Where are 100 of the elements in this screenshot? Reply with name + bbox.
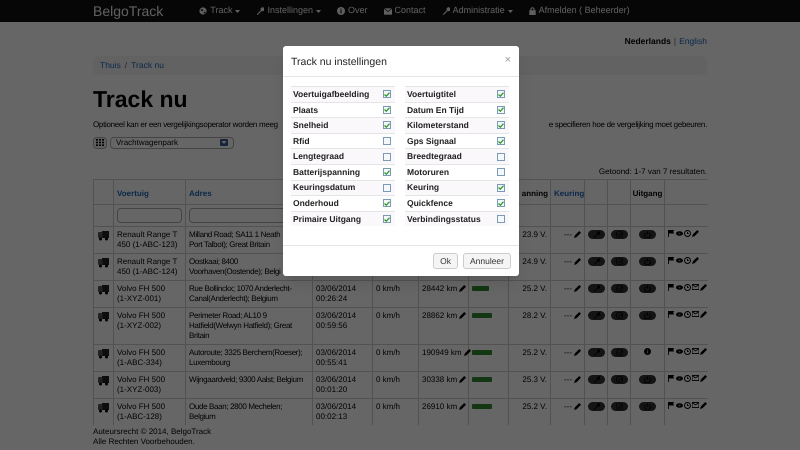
column-header-link[interactable]: Keuring [554,188,584,198]
wrench-button[interactable] [588,402,605,411]
power-icon [644,230,651,238]
vehicle-name: Volvo FH 500 (1-ABC-334) [117,348,166,367]
info-icon [337,7,346,15]
language-link[interactable]: Nederlands [624,35,671,54]
checkbox[interactable] [497,137,505,146]
truck-icon [98,284,109,295]
clock-icon [684,230,691,237]
checkbox[interactable] [383,215,391,224]
nav-link[interactable]: Instellingen [267,4,314,18]
wrench-icon [593,312,600,319]
eye-icon [676,374,683,382]
checkbox[interactable] [383,152,391,161]
inspection-text: --- [564,402,572,412]
power-button[interactable] [639,284,656,293]
checkbox[interactable] [383,137,391,146]
wrench-button[interactable] [588,348,605,357]
vehicle-name: Volvo FH 500 (1-XYZ-001) [117,284,166,303]
checkbox[interactable] [383,184,391,192]
checkbox[interactable] [383,168,391,176]
wrench-button[interactable] [588,374,605,384]
checkbox[interactable] [497,106,505,114]
setting-label: Plaats [293,104,318,116]
check-button[interactable] [611,348,628,357]
eye-icon [676,256,683,264]
setting-label: Voertuigafbeelding [293,88,370,101]
check-button[interactable] [611,256,628,266]
power-button[interactable] [639,230,656,239]
nav-link[interactable]: Track [210,4,232,18]
clock-icon [684,402,691,409]
ok-button[interactable]: Ok [433,253,458,269]
brand-logo[interactable]: BelgoTrack [93,0,164,22]
speed-text: 0 km/h [376,348,400,357]
check-icon [616,284,623,292]
vehicle-name: Volvo FH 500 (1-XYZ-003) [117,374,166,394]
nav-link[interactable]: Over [348,4,368,18]
breadcrumb-link[interactable]: Thuis [100,59,121,72]
checkbox[interactable] [497,184,505,192]
power-button[interactable] [639,402,656,411]
checkbox[interactable] [497,215,505,224]
setting-label: Keuringsdatum [293,181,356,194]
nav-link[interactable]: Afmelden ( Beheerder) [538,4,630,18]
power-button[interactable] [639,310,656,320]
check-button[interactable] [611,284,628,293]
filter-field[interactable] [117,208,182,223]
wrench-button[interactable] [588,310,605,320]
check-button[interactable] [611,374,628,384]
wrench-button[interactable] [588,284,605,293]
flag-icon [668,348,675,355]
clock-icon [684,284,691,291]
odometer-text: 28442 km [422,284,458,294]
nav-link[interactable]: Contact [394,4,426,18]
nav-link[interactable]: Administratie [452,4,505,18]
voltage-text: 24.9 V. [522,256,547,266]
power-button[interactable] [639,256,656,266]
clock-icon [684,374,691,382]
checkbox[interactable] [383,90,391,98]
power-button[interactable] [639,374,656,384]
intro-text: Optioneel kan er een vergelijkingsoperator worden meeg [93,118,278,131]
pencil-icon [700,402,707,409]
check-button[interactable] [611,310,628,320]
speed-text: 0 km/h [376,374,400,384]
checkbox[interactable] [383,199,391,208]
language-link[interactable]: English [679,35,707,54]
wrench-button[interactable] [588,256,605,266]
column-header: Uitgang [632,188,662,198]
checkbox[interactable] [497,199,505,208]
checkbox[interactable] [497,90,505,98]
check-button[interactable] [611,230,628,239]
checkbox[interactable] [497,168,505,176]
address-text: Rue Bollinckx; 1070 Anderlecht- Canal(Anderlecht); Belgium [189,284,292,303]
wrench-button[interactable] [588,230,605,239]
checkbox[interactable] [383,106,391,114]
checkbox[interactable] [497,121,505,130]
eye-icon [676,230,683,237]
fleet-select[interactable]: Vrachtwagenpark [110,136,234,149]
setting-label: Onderhoud [293,197,339,210]
pencil-icon [700,348,707,355]
pencil-icon [574,403,581,410]
vehicle-name: Volvo FH 500 (1-XYZ-002) [117,310,166,330]
speed-text: 0 km/h [376,310,400,320]
close-button[interactable]: × [504,55,511,65]
column-header-link[interactable]: Adres [189,188,212,198]
pencil-icon [459,403,466,410]
truck-icon [98,374,109,386]
pencil-icon [692,256,699,264]
vehicle-name: Renault Range T 450 (1-ABC-124) [117,256,178,276]
checkbox[interactable] [497,152,505,161]
check-icon [616,312,623,319]
clock-icon [684,310,691,318]
pencil-icon [574,376,581,384]
cancel-button[interactable]: Annuleer [462,253,511,269]
power-icon [644,402,651,410]
checkbox[interactable] [383,121,391,130]
grid-button[interactable] [93,136,107,149]
eye-icon [676,402,683,409]
check-button[interactable] [611,402,628,411]
column-header-link[interactable]: Voertuig [117,188,149,198]
breadcrumb-link[interactable]: Track nu [131,59,164,72]
